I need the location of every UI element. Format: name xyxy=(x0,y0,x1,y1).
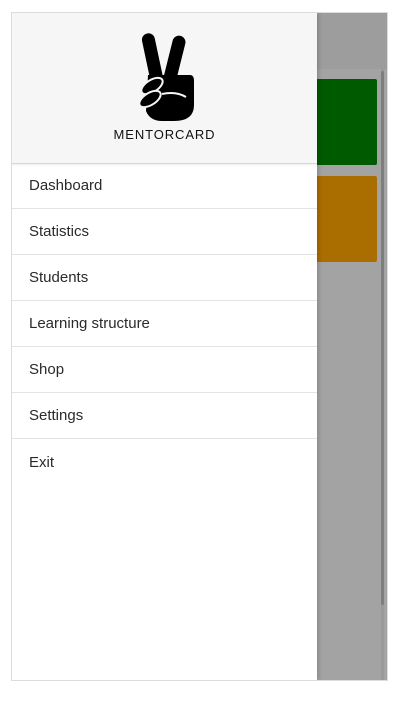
drawer-header: MENTORCARD xyxy=(12,13,317,164)
menu-item-students[interactable]: Students xyxy=(12,255,317,301)
menu-item-shop[interactable]: Shop xyxy=(12,347,317,393)
navigation-drawer: MENTORCARD Dashboard Statistics Students… xyxy=(12,13,317,680)
app-frame: MENTORCARD Dashboard Statistics Students… xyxy=(12,13,387,680)
background-card-green xyxy=(312,79,377,165)
peace-hand-icon xyxy=(138,33,194,121)
brand-name: MENTORCARD xyxy=(113,127,216,142)
background-card-orange xyxy=(312,176,377,262)
menu-item-learning-structure[interactable]: Learning structure xyxy=(12,301,317,347)
menu-item-dashboard[interactable]: Dashboard xyxy=(12,163,317,209)
scrollbar-thumb[interactable] xyxy=(381,71,384,605)
menu-item-exit[interactable]: Exit xyxy=(12,439,317,485)
menu-item-settings[interactable]: Settings xyxy=(12,393,317,439)
menu-item-statistics[interactable]: Statistics xyxy=(12,209,317,255)
drawer-menu: Dashboard Statistics Students Learning s… xyxy=(12,163,317,485)
